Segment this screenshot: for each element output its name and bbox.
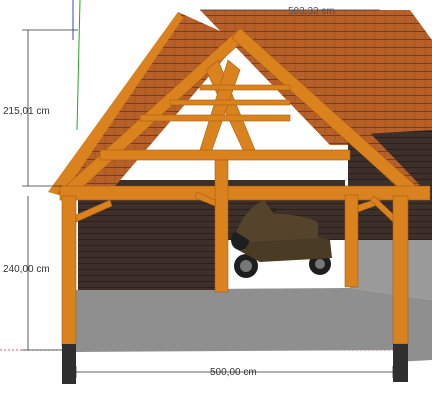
dimension-top-width[interactable]: 503,33 cm [288,6,335,17]
3d-scene[interactable] [0,0,432,400]
modeling-viewport[interactable]: 503,33 cm 215,01 cm 240,00 cm 500,00 cm [0,0,432,400]
footing-left[interactable] [62,344,76,384]
footing-right[interactable] [393,344,408,382]
floor-slab[interactable] [62,288,432,362]
dimension-roof-height[interactable]: 215,01 cm [3,106,50,117]
green-axis [76,0,81,131]
dimension-front-width[interactable]: 500,00 cm [210,367,257,378]
dimension-post-height[interactable]: 240,00 cm [3,264,50,275]
